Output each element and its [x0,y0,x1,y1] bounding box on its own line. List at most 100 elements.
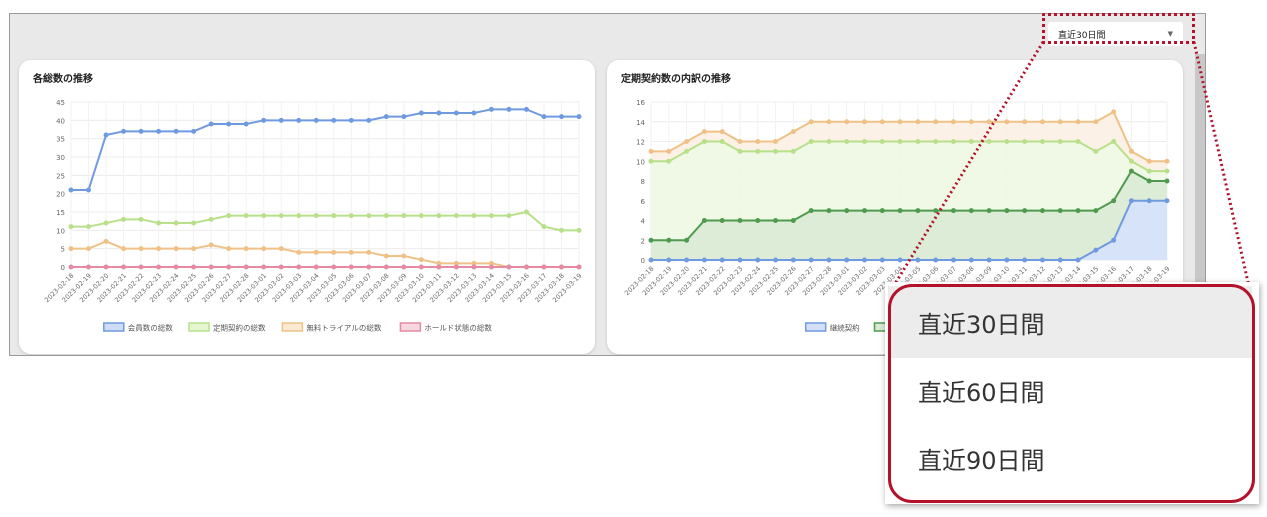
data-point [506,264,512,270]
data-point [933,139,939,144]
data-point [418,110,424,116]
data-point [879,119,885,125]
data-point [1128,158,1134,164]
legend-swatch [188,322,210,332]
legend-swatch [103,322,125,332]
select-highlight-frame [1042,13,1195,44]
data-point [366,213,372,219]
data-point [226,264,232,270]
data-point [862,119,868,125]
data-point [1146,178,1152,184]
data-point [103,264,109,270]
data-point [933,257,939,263]
data-point [138,264,144,270]
data-point [156,128,162,134]
y-tick-label: 12 [636,139,645,147]
total-counts-card: 各総数の推移 0 5 10 15 20 25 30 35 40 45 2023-02-18 2023-… [19,60,595,354]
data-point [331,117,337,123]
data-point [1146,198,1152,204]
data-point [401,264,407,270]
data-point [773,218,779,223]
y-tick-label: 45 [56,99,65,107]
data-point [666,237,672,243]
data-point [1057,119,1063,125]
data-point [950,119,956,125]
data-point [208,264,214,270]
data-point [719,129,725,135]
data-point [790,257,796,263]
data-point [755,148,761,154]
data-point [684,237,690,243]
data-point [1146,158,1152,164]
series-line [71,240,579,268]
data-point [986,257,992,263]
data-point [968,208,974,214]
data-point [1111,237,1117,243]
data-point [1111,139,1117,144]
data-point [968,119,974,125]
legend-label: ホールド状態の総数 [424,323,492,333]
y-tick-label: 20 [56,191,65,199]
data-point [576,227,582,233]
legend-label: 会員数の総数 [128,323,173,333]
data-point [383,114,389,120]
data-point [1022,119,1028,125]
data-point [1039,139,1045,144]
data-point [1093,208,1099,214]
data-point [156,264,162,270]
data-point [331,249,337,255]
data-point [666,148,672,154]
data-point [576,114,582,120]
data-point [1004,139,1010,144]
legend-label: 定期契約の総数 [213,323,266,333]
data-point [576,264,582,270]
data-point [506,106,512,112]
data-point [808,257,814,263]
data-point [1093,247,1099,253]
data-point [191,220,197,226]
data-point [366,117,372,123]
data-point [1022,257,1028,263]
data-point [826,208,832,214]
series-line [71,108,579,191]
data-point [261,264,267,270]
data-point [737,148,743,154]
data-point [541,114,547,120]
data-point [666,257,672,263]
data-point [313,264,319,270]
data-point [138,128,144,134]
y-tick-label: 30 [56,154,65,162]
data-point [488,264,494,270]
legend-label: 無料トライアルの総数 [306,323,381,333]
data-point [701,218,707,223]
data-point [897,139,903,144]
data-point [523,264,529,270]
data-point [173,220,179,226]
dropdown-option-60-days[interactable]: 直近60日間 [888,354,1252,426]
data-point [879,257,885,263]
scrollbar[interactable] [1195,54,1205,294]
dropdown-option-30-days[interactable]: 直近30日間 [888,286,1252,358]
data-point [1039,208,1045,214]
data-point [401,213,407,219]
data-point [915,119,921,125]
data-point [243,264,249,270]
data-point [68,224,74,230]
data-point [844,119,850,125]
data-point [558,227,564,233]
data-point [1164,198,1170,204]
y-tick-label: 10 [56,227,65,235]
data-point [383,253,389,259]
data-point [103,238,109,244]
data-point [1093,119,1099,125]
data-point [897,208,903,214]
data-point [755,257,761,263]
data-point [950,208,956,214]
data-point [208,242,214,248]
data-point [844,208,850,214]
data-point [331,213,337,219]
data-point [348,249,354,255]
dropdown-option-90-days[interactable]: 直近90日間 [888,422,1252,494]
data-point [755,139,761,144]
data-point [208,216,214,222]
